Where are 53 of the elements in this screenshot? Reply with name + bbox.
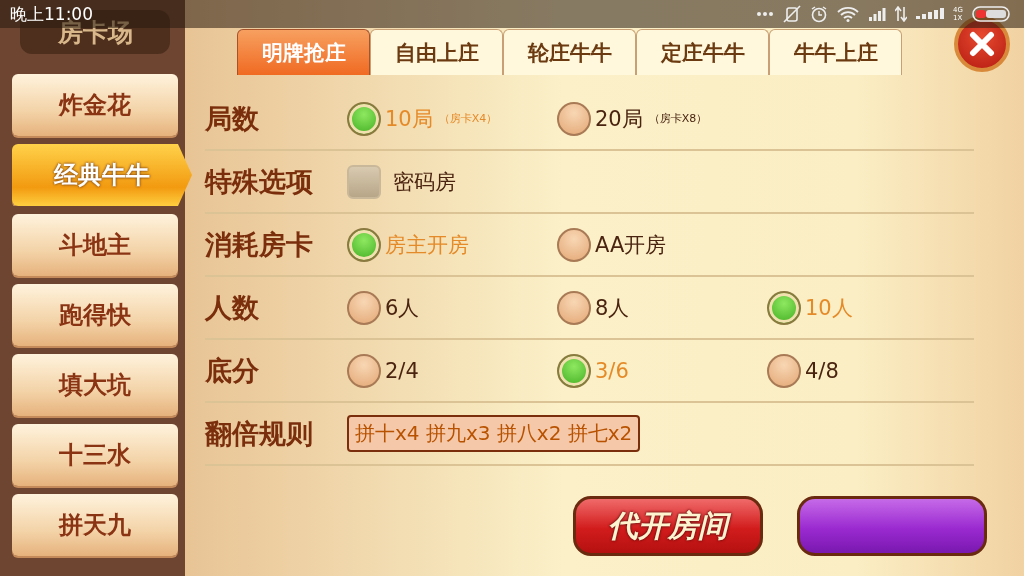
radio-label: 8人 bbox=[595, 294, 630, 322]
room-button[interactable]: 代开房间 bbox=[573, 496, 763, 556]
radio-label: 20局 bbox=[595, 105, 643, 133]
radio-label: 房主开房 bbox=[385, 231, 469, 259]
wifi-icon bbox=[837, 6, 860, 22]
option-label: 特殊选项 bbox=[205, 164, 314, 199]
radio-label: AA开房 bbox=[595, 231, 667, 259]
radio-button[interactable] bbox=[767, 290, 801, 325]
option-label: 局数 bbox=[205, 101, 260, 136]
radio-button[interactable] bbox=[557, 353, 591, 388]
game-list-item[interactable]: 拼天九 bbox=[12, 494, 178, 556]
checkbox[interactable] bbox=[347, 164, 381, 199]
option-label: 人数 bbox=[205, 290, 260, 325]
more-dots-icon bbox=[756, 11, 775, 17]
radio-label: 10局 bbox=[385, 105, 433, 133]
radio-button[interactable] bbox=[557, 290, 591, 325]
mode-tab[interactable]: 牛牛上庄 bbox=[769, 29, 902, 75]
radio-button[interactable] bbox=[347, 290, 381, 325]
signal-bars-icon bbox=[868, 7, 887, 21]
mode-tab[interactable]: 定庄牛牛 bbox=[636, 29, 769, 75]
radio-label: 10人 bbox=[805, 294, 853, 322]
game-list-item[interactable]: 斗地主 bbox=[12, 214, 178, 276]
option-label: 底分 bbox=[205, 353, 260, 388]
signal-bars-icon bbox=[916, 8, 945, 20]
radio-button[interactable] bbox=[767, 353, 801, 388]
radio-label: 4/8 bbox=[805, 358, 839, 383]
radio-note: （房卡X8） bbox=[648, 111, 708, 126]
room-button[interactable] bbox=[797, 496, 987, 556]
mode-tab[interactable]: 自由上庄 bbox=[370, 29, 503, 75]
battery-icon bbox=[972, 6, 1012, 22]
radio-button[interactable] bbox=[347, 227, 381, 262]
radio-button[interactable] bbox=[557, 101, 591, 136]
rule-tag: 拼十x4 拼九x3 拼八x2 拼七x2 bbox=[347, 415, 641, 452]
game-list-item[interactable]: 炸金花 bbox=[12, 74, 178, 136]
option-label: 翻倍规则 bbox=[205, 416, 314, 451]
mode-tab[interactable]: 轮庄牛牛 bbox=[503, 29, 636, 75]
data-arrows-icon bbox=[895, 6, 908, 22]
radio-button[interactable] bbox=[557, 227, 591, 262]
alarm-clock-icon bbox=[810, 5, 829, 23]
radio-label: 6人 bbox=[385, 294, 420, 322]
radio-button[interactable] bbox=[347, 353, 381, 388]
radio-button[interactable] bbox=[347, 101, 381, 136]
close-icon bbox=[969, 31, 995, 57]
rotation-lock-icon bbox=[783, 5, 802, 23]
game-list-item[interactable]: 填大坑 bbox=[12, 354, 178, 416]
radio-label: 2/4 bbox=[385, 358, 419, 383]
close-button[interactable] bbox=[954, 16, 1010, 72]
game-list-item[interactable]: 十三水 bbox=[12, 424, 178, 486]
radio-label: 3/6 bbox=[595, 358, 629, 383]
option-label: 消耗房卡 bbox=[205, 227, 314, 262]
checkbox-label: 密码房 bbox=[393, 168, 456, 196]
game-list-item[interactable]: 跑得快 bbox=[12, 284, 178, 346]
radio-note: （房卡X4） bbox=[438, 111, 498, 126]
